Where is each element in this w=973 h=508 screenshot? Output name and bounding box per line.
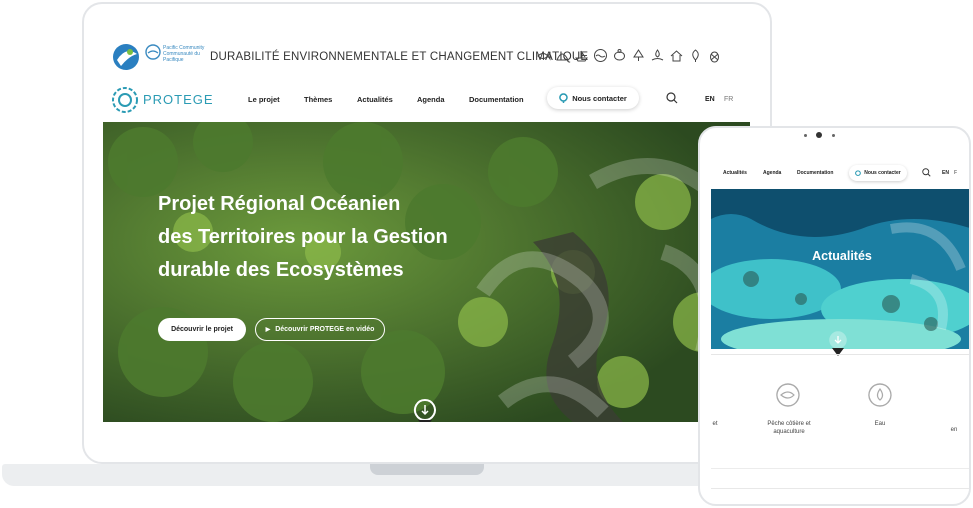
laptop-notch [370, 464, 484, 475]
contact-label: Nous contacter [572, 93, 627, 103]
hero-title: Projet Régional Océanien des Territoires… [158, 188, 478, 287]
divider [711, 468, 969, 469]
lagoon-image [711, 189, 969, 349]
sensor-icon [832, 134, 835, 137]
theme-water-label[interactable]: Eau [855, 420, 905, 428]
house-icon[interactable] [669, 48, 684, 63]
theme-label-line: Pêche côtière et [767, 421, 811, 427]
hero-title-line: des Territoires pour la Gestion [158, 226, 448, 248]
theme-label-line: aquaculture [773, 429, 805, 435]
tablet-contact-label: Nous contacter [864, 170, 901, 176]
fishing-icon[interactable] [775, 382, 801, 412]
shell-icon[interactable] [555, 48, 570, 63]
lang-en[interactable]: EN [705, 96, 715, 103]
sector-icons [536, 48, 722, 63]
theme-partial-left[interactable]: et [711, 420, 719, 428]
nav-actualites[interactable]: Actualités [357, 95, 393, 104]
pin-icon [559, 93, 568, 103]
video-button-label: Découvrir PROTEGE en vidéo [275, 326, 375, 333]
discover-video-button[interactable]: ▶ Découvrir PROTEGE en vidéo [255, 318, 385, 341]
fish-icon[interactable] [536, 48, 551, 63]
org-name: Pacific Community Communauté du Pacifiqu… [163, 45, 205, 63]
play-icon: ▶ [265, 327, 271, 333]
divider [711, 488, 969, 489]
protege-logo-icon[interactable] [111, 86, 139, 114]
spc-logo-icon[interactable] [111, 42, 145, 72]
tablet-lang-en[interactable]: EN [942, 170, 949, 176]
laptop-screen: Pacific Community Communauté du Pacifiqu… [103, 24, 750, 428]
tablet-nav: Actualités Agenda Documentation Nous con… [711, 158, 969, 190]
turtle-icon[interactable] [612, 48, 627, 63]
camera-icon [816, 132, 822, 138]
tablet-scroll-down-icon[interactable] [828, 330, 848, 356]
water-icon[interactable] [867, 382, 893, 412]
tablet-nav-actualites[interactable]: Actualités [723, 170, 747, 176]
nav-documentation[interactable]: Documentation [469, 95, 524, 104]
hero-title-line: durable des Ecosystèmes [158, 259, 404, 281]
tablet-hero-title: Actualités [812, 249, 872, 263]
search-icon[interactable] [666, 92, 678, 104]
nav-le-projet[interactable]: Le projet [248, 95, 280, 104]
discover-project-button[interactable]: Découvrir le projet [158, 318, 246, 341]
top-bar: Pacific Community Communauté du Pacifiqu… [103, 24, 750, 82]
main-nav: PROTEGE Le projet Thèmes Actualités Agen… [103, 82, 750, 122]
theme-fishing-label[interactable]: Pêche côtière et aquaculture [749, 420, 829, 436]
divider [711, 354, 969, 355]
theme-partial-right[interactable]: en [947, 426, 961, 434]
lang-fr[interactable]: FR [724, 96, 733, 103]
boat-icon[interactable] [574, 48, 589, 63]
tablet-nav-agenda[interactable]: Agenda [763, 170, 781, 176]
tablet-contact-button[interactable]: Nous contacter [849, 165, 907, 181]
nav-agenda[interactable]: Agenda [417, 95, 445, 104]
hero-banner: Projet Régional Océanien des Territoires… [103, 122, 750, 422]
pin-icon [855, 169, 862, 176]
contact-button[interactable]: Nous contacter [547, 87, 639, 109]
hero-title-line: Projet Régional Océanien [158, 193, 401, 215]
wave-icon[interactable] [593, 48, 608, 63]
tablet-frame: Actualités Agenda Documentation Nous con… [698, 126, 971, 506]
brand-name[interactable]: PROTEGE [143, 92, 214, 107]
site-title: DURABILITÉ ENVIRONNEMENTALE ET CHANGEMEN… [210, 51, 589, 63]
pineapple-icon[interactable] [707, 48, 722, 63]
tablet-screen: Actualités Agenda Documentation Nous con… [711, 158, 969, 493]
sensor-icon [804, 134, 807, 137]
tablet-lang-fr[interactable]: F [954, 170, 957, 176]
nav-themes[interactable]: Thèmes [304, 95, 332, 104]
tablet-hero: Actualités [711, 189, 969, 349]
scroll-down-icon[interactable] [413, 398, 437, 422]
water-hand-icon[interactable] [650, 48, 665, 63]
tree-icon[interactable] [631, 48, 646, 63]
leaf-icon[interactable] [688, 48, 703, 63]
pacific-community-icon [145, 44, 161, 60]
search-icon[interactable] [922, 168, 931, 177]
tablet-nav-documentation[interactable]: Documentation [797, 170, 833, 176]
